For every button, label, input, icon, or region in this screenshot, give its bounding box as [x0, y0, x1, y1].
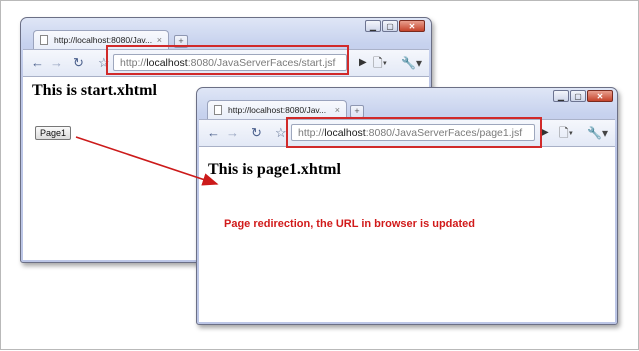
reload-icon[interactable]: ↻	[251, 126, 262, 140]
page-content: This is page1.xhtml Page redirection, th…	[199, 146, 615, 322]
maximize-icon[interactable]: ▢	[382, 20, 398, 32]
page-icon	[40, 35, 48, 45]
play-icon[interactable]: ▶	[359, 56, 367, 70]
wrench-icon[interactable]: 🔧▾	[401, 56, 422, 70]
minimize-icon[interactable]: ▁	[553, 90, 569, 102]
page-menu-icon[interactable]: 🗋▾	[559, 126, 573, 140]
star-icon[interactable]: ☆	[275, 126, 287, 140]
back-icon[interactable]: ←	[31, 56, 44, 70]
url-highlight-box-page1	[286, 117, 542, 148]
close-icon[interactable]: ✕	[587, 90, 613, 102]
forward-icon[interactable]: →	[226, 126, 239, 140]
url-highlight-box-start	[106, 45, 349, 75]
minimize-icon[interactable]: ▁	[365, 20, 381, 32]
window-controls: ▁ ▢ ✕	[365, 20, 425, 32]
tab-title: http://localhost:8080/Jav...	[228, 105, 327, 115]
forward-icon[interactable]: →	[50, 56, 63, 70]
page1-button[interactable]: Page1	[35, 126, 72, 140]
reload-icon[interactable]: ↻	[73, 56, 84, 70]
page-menu-icon[interactable]: 🗋▾	[373, 56, 387, 70]
wrench-icon[interactable]: 🔧▾	[587, 126, 608, 140]
back-icon[interactable]: ←	[207, 126, 220, 140]
tab-close-icon[interactable]: ×	[157, 35, 162, 45]
page-icon	[214, 105, 222, 115]
close-icon[interactable]: ✕	[399, 20, 425, 32]
screenshot-canvas: ▁ ▢ ✕ http://localhost:8080/Jav... × + ←…	[0, 0, 639, 350]
tab-title: http://localhost:8080/Jav...	[54, 35, 153, 45]
window-controls: ▁ ▢ ✕	[553, 90, 613, 102]
page-title: This is start.xhtml	[32, 82, 157, 99]
tab-close-icon[interactable]: ×	[335, 105, 340, 115]
play-icon[interactable]: ▶	[541, 126, 549, 140]
redirect-annotation: Page redirection, the URL in browser is …	[224, 218, 476, 230]
maximize-icon[interactable]: ▢	[570, 90, 586, 102]
page-title: This is page1.xhtml	[208, 161, 341, 178]
